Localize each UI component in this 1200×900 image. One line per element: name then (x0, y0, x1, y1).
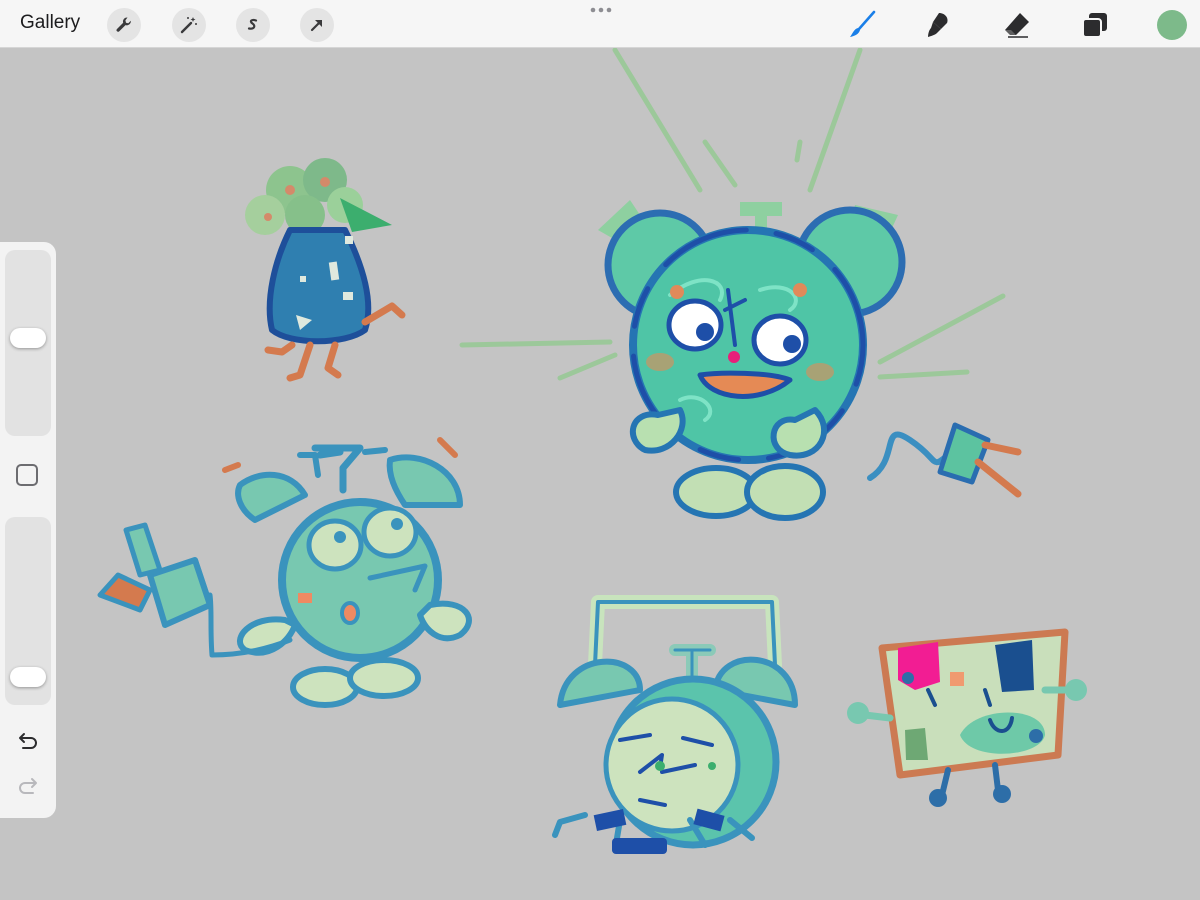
eraser-icon (1005, 13, 1029, 38)
transform-arrow-icon (310, 20, 322, 32)
standing-alarm-clock-character (552, 595, 798, 854)
picture-frame-character (847, 628, 1087, 807)
more-dots-icon (590, 7, 612, 13)
gallery-button[interactable]: Gallery (20, 12, 80, 34)
color-picker-button[interactable] (1157, 10, 1187, 40)
actions-button[interactable] (107, 8, 141, 42)
layers-icon (1082, 13, 1107, 38)
wrench-icon (116, 17, 131, 32)
brush-icon (850, 10, 876, 37)
adjustments-button[interactable] (172, 8, 206, 42)
brush-tool-button[interactable] (845, 8, 879, 42)
top-toolbar: Gallery (0, 0, 1200, 48)
selection-icon (247, 18, 258, 30)
layers-button[interactable] (1078, 8, 1112, 42)
more-options-button[interactable] (587, 2, 615, 18)
drawing-canvas[interactable] (0, 48, 1200, 900)
transform-button[interactable] (300, 8, 334, 42)
smudge-icon (928, 13, 948, 37)
smudge-tool-button[interactable] (921, 8, 955, 42)
thinking-alarm-clock-character (97, 437, 472, 708)
flower-vase-character (245, 158, 406, 382)
magic-wand-icon (180, 17, 197, 34)
plug-sketch (867, 422, 1022, 498)
eraser-tool-button[interactable] (1000, 8, 1034, 42)
selection-button[interactable] (236, 8, 270, 42)
